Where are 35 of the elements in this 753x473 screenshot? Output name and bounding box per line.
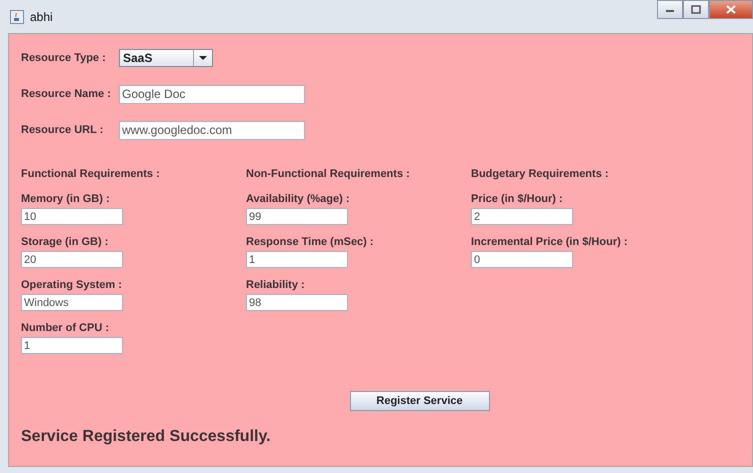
- input-field[interactable]: 1: [246, 251, 348, 268]
- input-field[interactable]: Windows: [21, 294, 123, 311]
- maximize-icon: [691, 5, 701, 14]
- field-label: Availability (%age) :: [246, 193, 351, 205]
- field-label: Storage (in GB) :: [21, 236, 110, 248]
- minimize-button[interactable]: [657, 0, 683, 19]
- section-heading: Functional Requirements :: [21, 168, 161, 180]
- input-field[interactable]: 98: [246, 294, 348, 311]
- input-field[interactable]: 2: [471, 208, 573, 225]
- maximize-button[interactable]: [683, 0, 709, 19]
- field-label: Number of CPU :: [21, 322, 110, 334]
- field-label: Resource Name :: [21, 88, 112, 100]
- section-heading: Budgetary Requirements :: [471, 168, 610, 180]
- input-field[interactable]: 20: [21, 251, 123, 268]
- field-label: Operating System :: [21, 279, 123, 291]
- field-label: Reliability :: [246, 279, 306, 291]
- section-heading: Non-Functional Requirements :: [246, 168, 411, 180]
- input-field[interactable]: 0: [471, 251, 573, 268]
- close-button[interactable]: [709, 0, 753, 19]
- field-label: Resource URL :: [21, 124, 104, 136]
- status-message: Service Registered Successfully.: [21, 428, 272, 446]
- field-label: Price (in $/Hour) :: [471, 193, 564, 205]
- resource-type-dropdown[interactable]: SaaS: [119, 49, 213, 67]
- input-field[interactable]: 1: [21, 337, 123, 354]
- field-label: Incremental Price (in $/Hour) :: [471, 236, 628, 248]
- close-icon: [726, 5, 736, 14]
- field-label: Memory (in GB) :: [21, 193, 111, 205]
- input-field[interactable]: 10: [21, 208, 123, 225]
- input-field[interactable]: 99: [246, 208, 348, 225]
- register-service-button[interactable]: Register Service: [350, 391, 490, 411]
- input-field[interactable]: www.googledoc.com: [119, 120, 305, 140]
- input-field[interactable]: Google Doc: [119, 84, 305, 104]
- field-label: Resource Type :: [21, 52, 107, 64]
- field-label: Response Time (mSec) :: [246, 236, 375, 248]
- window-title: abhi: [30, 10, 53, 24]
